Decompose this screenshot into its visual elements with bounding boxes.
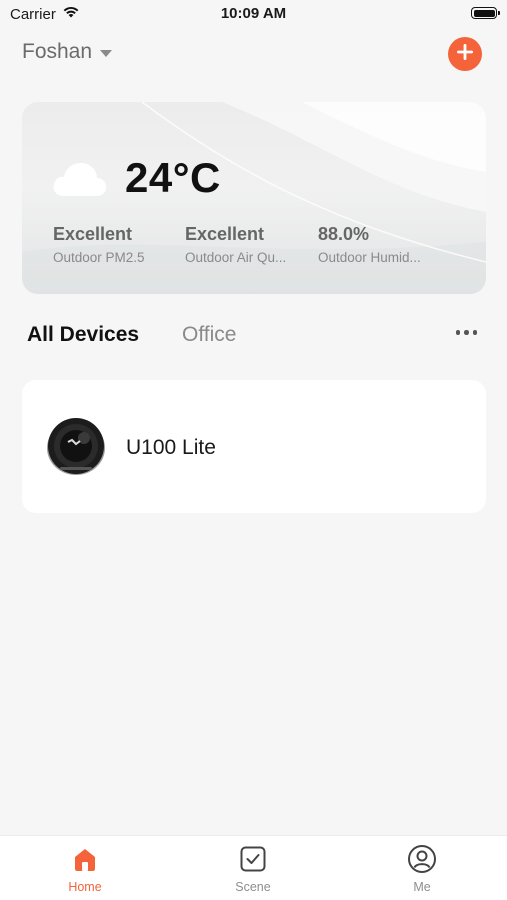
metric-air-quality: Excellent Outdoor Air Qu... xyxy=(185,224,303,265)
more-horizontal-icon[interactable] xyxy=(455,326,477,339)
add-device-button[interactable] xyxy=(448,37,482,71)
status-bar: Carrier 10:09 AM xyxy=(0,0,507,30)
tabbar-home[interactable]: Home xyxy=(40,846,130,894)
scene-check-icon xyxy=(239,845,267,878)
plus-icon xyxy=(456,43,474,66)
device-name: U100 Lite xyxy=(126,436,216,459)
tabbar-scene[interactable]: Scene xyxy=(208,846,298,894)
tabbar-label: Scene xyxy=(235,880,271,894)
user-icon xyxy=(407,844,437,879)
metric-value: 88.0% xyxy=(318,224,370,244)
metric-label: Outdoor PM2.5 xyxy=(53,250,145,265)
tabbar-me[interactable]: Me xyxy=(377,844,467,894)
caret-down-icon xyxy=(100,49,113,57)
more-dot xyxy=(455,330,460,335)
location-name: Foshan xyxy=(22,40,93,63)
metric-label: Outdoor Air Qu... xyxy=(185,250,287,265)
robot-vacuum-icon xyxy=(46,416,106,481)
tab-office[interactable]: Office xyxy=(182,323,236,347)
home-icon xyxy=(71,845,99,878)
more-dot xyxy=(464,330,469,335)
tab-all-devices[interactable]: All Devices xyxy=(27,323,139,347)
tabbar-label: Home xyxy=(68,880,102,894)
metric-label: Outdoor Humid... xyxy=(318,250,421,265)
weather-card[interactable]: 24°C Excellent Outdoor PM2.5 Excellent O… xyxy=(22,102,486,294)
location-selector[interactable]: Foshan xyxy=(22,40,113,64)
device-card[interactable]: U100 Lite xyxy=(22,380,486,513)
bottom-tab-bar: Home Scene Me xyxy=(0,835,507,900)
more-dot xyxy=(472,330,477,335)
metric-value: Excellent xyxy=(185,224,265,244)
battery-icon xyxy=(471,7,500,19)
cloud-icon xyxy=(52,160,108,203)
tabbar-label: Me xyxy=(413,880,431,894)
metric-humidity: 88.0% Outdoor Humid... xyxy=(318,224,436,265)
metric-value: Excellent xyxy=(53,224,133,244)
status-time: 10:09 AM xyxy=(220,5,287,22)
metric-pm25: Excellent Outdoor PM2.5 xyxy=(53,224,171,265)
temperature: 24°C xyxy=(125,154,221,201)
